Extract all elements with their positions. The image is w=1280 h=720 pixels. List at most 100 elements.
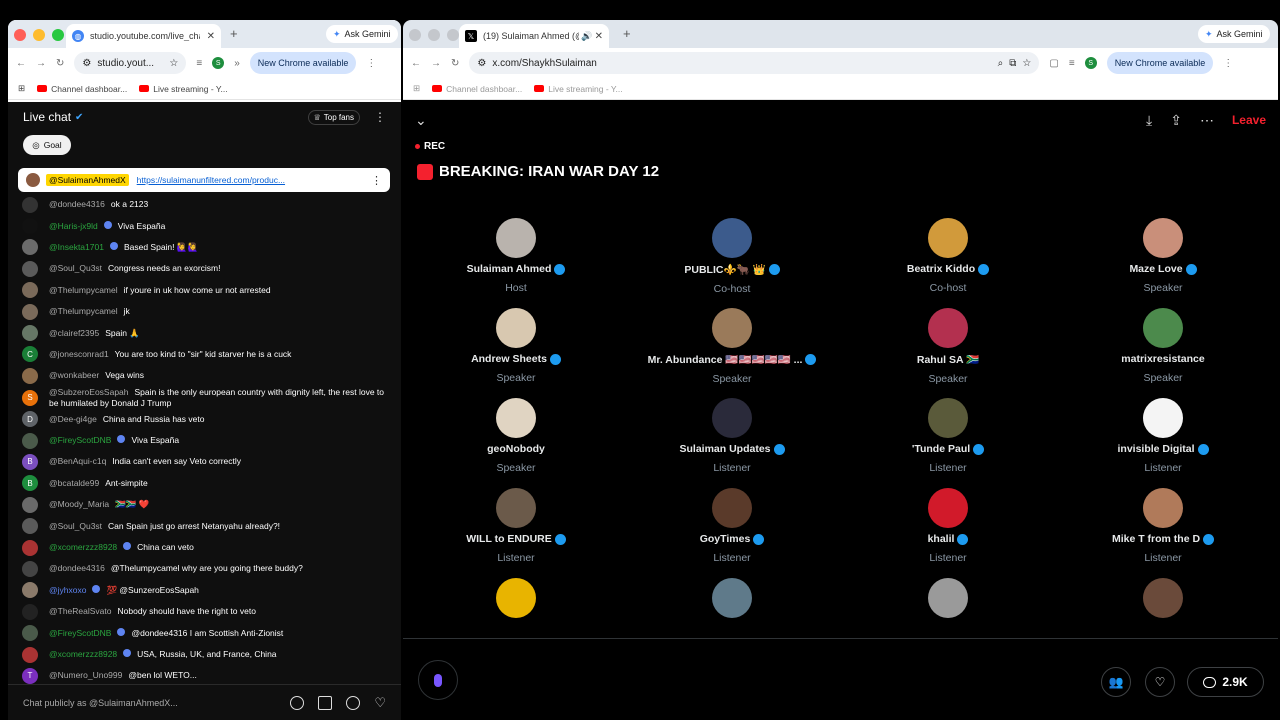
chat-input-field[interactable]: Chat publicly as @SulaimanAhmedX... (23, 698, 276, 708)
avatar[interactable] (22, 518, 38, 535)
chat-author[interactable]: @SubzeroEosSapah (49, 387, 129, 397)
chat-message[interactable]: @Haris-jx9ld Viva España (8, 215, 401, 236)
participant[interactable]: khalil Listener (848, 488, 1048, 564)
new-chrome-available-button[interactable]: New Chrome available (1106, 52, 1214, 74)
participant[interactable]: geoNobody Speaker (416, 398, 616, 474)
chat-author[interactable]: @Thelumpycamel (49, 285, 118, 295)
participant[interactable]: Mr. Abundance 🇺🇸🇺🇸🇺🇸🇺🇸🇺🇸 ... Speaker (632, 308, 832, 385)
profile-avatar[interactable]: S (212, 57, 225, 69)
chat-message[interactable]: @dondee4316 @Thelumpycamel why are you go… (8, 558, 401, 579)
people-icon[interactable]: 👥 (1101, 667, 1131, 697)
avatar[interactable] (22, 432, 38, 449)
chat-message[interactable]: C @jonesconrad1 You are too kind to "sir" … (8, 344, 401, 365)
avatar[interactable] (22, 646, 38, 663)
avatar[interactable]: B (22, 453, 38, 470)
apps-grid-icon[interactable]: ⊞ (18, 83, 25, 94)
close-tab-icon[interactable]: ✕ (207, 31, 215, 42)
chat-author[interactable]: @dondee4316 (49, 563, 105, 573)
chat-message[interactable]: @FireyScotDNB Viva España (8, 430, 401, 451)
avatar[interactable] (22, 303, 38, 320)
avatar[interactable] (1143, 398, 1183, 438)
avatar[interactable] (22, 218, 38, 235)
browser-menu-icon[interactable]: ⋮ (366, 58, 376, 69)
avatar[interactable] (712, 398, 752, 438)
avatar[interactable] (22, 496, 38, 513)
chat-message[interactable]: @xcomerzzz8928 USA, Russia, UK, and Franc… (8, 644, 401, 665)
participant[interactable] (848, 578, 1048, 618)
chat-author[interactable]: @Moody_Maria (49, 499, 109, 509)
chat-author[interactable]: @wonkabeer (49, 370, 99, 380)
minimize-space-icon[interactable]: ⤓ (1146, 112, 1152, 129)
chat-message[interactable]: B @BenAqui-c1q India can't even say Veto c… (8, 451, 401, 472)
chevron-more-icon[interactable]: » (234, 58, 240, 69)
avatar[interactable]: B (22, 475, 38, 492)
reload-icon[interactable]: ↻ (56, 58, 64, 69)
super-chat-icon[interactable] (318, 695, 333, 710)
zoom-window-button[interactable] (447, 29, 459, 41)
minimize-window-button[interactable] (33, 29, 45, 41)
bookmark-channel-dashboard[interactable]: Channel dashboar... (432, 84, 522, 94)
chat-message[interactable]: @Moody_Maria 🇿🇦🇿🇦 ❤️ (8, 494, 401, 515)
ask-gemini-button[interactable]: ✦ Ask Gemini (326, 25, 398, 43)
chat-author[interactable]: @Numero_Uno999 (49, 670, 122, 680)
chat-author[interactable]: @Thelumpycamel (49, 306, 118, 316)
chat-author[interactable]: @Soul_Qu3st (49, 521, 102, 531)
avatar[interactable] (1143, 488, 1183, 528)
participant[interactable] (1063, 578, 1263, 618)
emoji-icon[interactable] (290, 695, 305, 710)
chat-message[interactable]: @jyhxoxo 💯 @SunzeroEosSapah (8, 580, 401, 601)
share-icon[interactable]: ⇪ (1170, 112, 1182, 129)
back-icon[interactable]: ← (16, 58, 26, 69)
close-tab-icon[interactable]: ✕ (595, 31, 603, 42)
address-bar[interactable]: ⚙ x.com/ShaykhSulaiman ⌕ ⧉ ☆ (469, 52, 1040, 74)
heart-icon[interactable]: ♡ (374, 695, 386, 711)
avatar[interactable] (22, 560, 38, 577)
new-chrome-available-button[interactable]: New Chrome available (249, 52, 357, 74)
avatar[interactable] (928, 308, 968, 348)
tab-youtube-studio[interactable]: ◍ studio.youtube.com/live_cha ✕ (66, 24, 221, 48)
avatar[interactable] (496, 308, 536, 348)
bookmark-star-icon[interactable]: ☆ (169, 58, 178, 69)
forward-icon[interactable]: → (36, 58, 46, 69)
top-fans-button[interactable]: ♕ Top fans (307, 109, 360, 125)
chat-message[interactable]: T @Numero_Uno999 @ben lol WETO... (8, 665, 401, 686)
chat-message[interactable]: @FireyScotDNB @dondee4316 I am Scottish A… (8, 622, 401, 643)
chat-author[interactable]: @TheRealSvato (49, 606, 112, 616)
chat-author[interactable]: @jyhxoxo (49, 585, 86, 595)
avatar[interactable]: C (22, 346, 38, 363)
chat-author[interactable]: @FireyScotDNB (49, 628, 111, 638)
chat-author[interactable]: @bcatalde99 (49, 478, 99, 488)
participant[interactable]: Sulaiman Ahmed Host (416, 218, 616, 294)
avatar[interactable]: T (22, 667, 38, 684)
chat-message[interactable]: D @Dee-gi4ge China and Russia has veto (8, 409, 401, 430)
new-tab-button[interactable]: + (623, 26, 631, 41)
zoom-icon[interactable]: ⌕ (998, 58, 1004, 69)
chat-message[interactable]: @Thelumpycamel jk (8, 301, 401, 322)
chat-author[interactable]: @FireyScotDNB (49, 435, 111, 445)
participant[interactable]: Rahul SA 🇿🇦 Speaker (848, 308, 1048, 385)
goal-button[interactable]: ◎ Goal (23, 135, 71, 155)
ask-gemini-button[interactable]: ✦ Ask Gemini (1198, 25, 1270, 43)
favorite-icon[interactable]: ♡ (1145, 667, 1175, 697)
chat-author[interactable]: @xcomerzzz8928 (49, 649, 117, 659)
forward-icon[interactable]: → (431, 58, 441, 69)
chat-message[interactable]: @xcomerzzz8928 China can veto (8, 537, 401, 558)
address-bar[interactable]: ⚙ studio.yout... ☆ (74, 52, 187, 74)
microphone-button[interactable] (418, 660, 458, 700)
bookmark-channel-dashboard[interactable]: Channel dashboar... (37, 84, 127, 94)
replies-button[interactable]: 2.9K (1187, 667, 1264, 697)
reading-list-icon[interactable]: ≡ (1069, 58, 1075, 69)
avatar[interactable] (22, 239, 38, 256)
avatar[interactable] (22, 603, 38, 620)
chat-message[interactable]: S @SubzeroEosSapah Spain is the only europ… (8, 387, 401, 409)
participant[interactable]: Mike T from the D Listener (1063, 488, 1263, 564)
participant[interactable]: Beatrix Kiddo Co-host (848, 218, 1048, 294)
avatar[interactable]: S (22, 389, 38, 406)
browser-menu-icon[interactable]: ⋮ (1223, 58, 1233, 69)
chat-author[interactable]: @BenAqui-c1q (49, 456, 106, 466)
chat-author[interactable]: @xcomerzzz8928 (49, 542, 117, 552)
zoom-window-button[interactable] (52, 29, 64, 41)
install-icon[interactable]: ⧉ (1009, 58, 1016, 69)
pinned-link[interactable]: https://sulaimanunfiltered.com/produc... (137, 175, 285, 185)
avatar[interactable] (22, 539, 38, 556)
